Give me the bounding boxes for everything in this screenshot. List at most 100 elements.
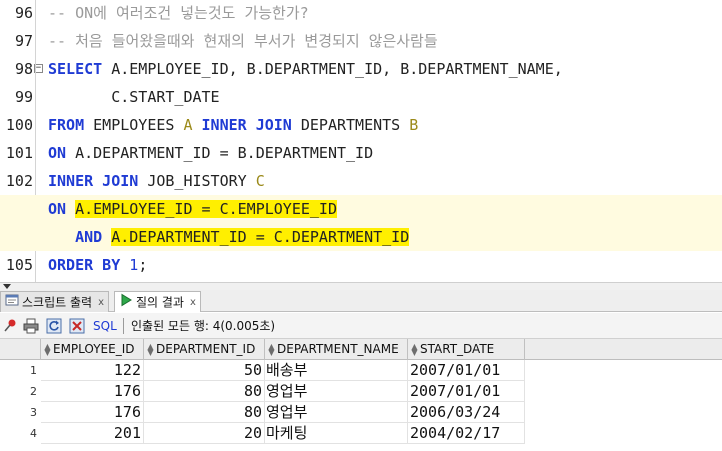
code-line[interactable]: INNER JOIN JOB_HISTORY C: [0, 167, 722, 195]
grid-header-row: ▲ ▼ EMPLOYEE_ID ▲ ▼ DEPARTMENT_ID ▲ ▼ DEPARTME…: [0, 339, 722, 360]
cell-start-date[interactable]: 2007/01/01: [408, 381, 525, 402]
cell-start-date[interactable]: 2007/01/01: [408, 360, 525, 381]
row-number: 1: [30, 364, 37, 377]
tab-query-result-label: 질의 결과: [136, 295, 184, 310]
code-token: EMPLOYEES: [84, 116, 184, 134]
sort-icon[interactable]: ▲ ▼: [267, 342, 276, 356]
sql-link[interactable]: SQL: [93, 318, 117, 334]
code-token: C.START_DATE: [48, 88, 220, 106]
column-header-employee-id[interactable]: ▲ ▼ EMPLOYEE_ID: [41, 339, 144, 360]
output-tab-bar: 스크립트 출력 x 질의 결과 x: [0, 290, 722, 312]
table-row[interactable]: 3 176 80 영업부 2006/03/24: [0, 402, 722, 423]
cell-department-id[interactable]: 50: [144, 360, 265, 381]
cell-department-name[interactable]: 영업부: [265, 381, 408, 402]
table-row[interactable]: 1 122 50 배송부 2007/01/01: [0, 360, 722, 381]
close-icon[interactable]: x: [98, 293, 104, 313]
sql-keyword: INNER JOIN: [48, 172, 139, 190]
code-line[interactable]: FROM EMPLOYEES A INNER JOIN DEPARTMENTS …: [0, 111, 722, 139]
print-icon[interactable]: [23, 318, 39, 334]
sort-icon[interactable]: ▲ ▼: [410, 342, 419, 356]
code-text: ORDER BY 1;: [48, 251, 147, 279]
code-token: C: [255, 172, 265, 190]
code-token: A.DEPARTMENT_ID = B.DEPARTMENT_ID: [66, 144, 374, 162]
code-line[interactable]: ON A.EMPLOYEE_ID = C.EMPLOYEE_ID: [0, 195, 722, 223]
column-header-department-id[interactable]: ▲ ▼ DEPARTMENT_ID: [144, 339, 265, 360]
code-text: INNER JOIN JOB_HISTORY C: [48, 167, 265, 195]
result-toolbar: SQL 인출된 모든 행: 4(0.005초): [0, 313, 722, 339]
refresh-icon[interactable]: [46, 318, 62, 334]
code-token: 1: [129, 256, 139, 274]
toolbar-divider: [123, 318, 124, 334]
cell-employee-id[interactable]: 176: [41, 402, 144, 423]
sql-keyword: AND: [75, 228, 103, 246]
cell-start-date[interactable]: 2006/03/24: [408, 402, 525, 423]
code-line[interactable]: -- 처음 들어왔을때와 현재의 부서가 변경되지 않은사람들: [0, 27, 722, 55]
code-line[interactable]: SELECT A.EMPLOYEE_ID, B.DEPARTMENT_ID, B…: [0, 55, 722, 83]
clear-icon[interactable]: [69, 318, 85, 334]
code-line[interactable]: AND A.DEPARTMENT_ID = C.DEPARTMENT_ID: [0, 223, 722, 251]
collapse-arrow-icon[interactable]: [3, 284, 11, 289]
sql-keyword: ORDER BY: [48, 256, 121, 274]
cell-department-name[interactable]: 마케팅: [265, 423, 408, 444]
cell-employee-id[interactable]: 122: [41, 360, 144, 381]
cell-department-id[interactable]: 80: [144, 402, 265, 423]
panel-splitter[interactable]: [0, 282, 722, 290]
sort-icon[interactable]: ▲ ▼: [146, 342, 155, 356]
cell-start-date[interactable]: 2004/02/17: [408, 423, 525, 444]
cell-employee-id[interactable]: 201: [41, 423, 144, 444]
cell-department-name[interactable]: 배송부: [265, 360, 408, 381]
code-token: A: [183, 116, 193, 134]
code-text: FROM EMPLOYEES A INNER JOIN DEPARTMENTS …: [48, 111, 418, 139]
code-line[interactable]: -- ON에 여러조건 넣는것도 가능한가?: [0, 0, 722, 27]
sql-editor[interactable]: 96979899100101102103104105− -- ON에 여러조건 …: [0, 0, 722, 282]
sql-keyword: FROM: [48, 116, 85, 134]
code-line[interactable]: ON A.DEPARTMENT_ID = B.DEPARTMENT_ID: [0, 139, 722, 167]
code-token: DEPARTMENTS: [291, 116, 410, 134]
script-output-icon: [5, 293, 19, 313]
row-number: 2: [30, 385, 37, 398]
table-row[interactable]: 4 201 20 마케팅 2004/02/17: [0, 423, 722, 444]
column-header-department-name[interactable]: ▲ ▼ DEPARTMENT_NAME: [265, 339, 408, 360]
close-icon[interactable]: x: [190, 293, 196, 313]
code-text: ON A.DEPARTMENT_ID = B.DEPARTMENT_ID: [48, 139, 373, 167]
code-text: C.START_DATE: [48, 83, 220, 111]
highlighted-text: A.EMPLOYEE_ID = C.EMPLOYEE_ID: [75, 200, 337, 218]
code-token: A.EMPLOYEE_ID, B.DEPARTMENT_ID, B.DEPART…: [102, 60, 563, 78]
sql-comment: -- ON에 여러조건 넣는것도 가능한가?: [48, 4, 309, 22]
table-row[interactable]: 2 176 80 영업부 2007/01/01: [0, 381, 722, 402]
code-text: -- ON에 여러조건 넣는것도 가능한가?: [48, 0, 309, 27]
code-text: ON A.EMPLOYEE_ID = C.EMPLOYEE_ID: [48, 195, 337, 223]
cell-department-name[interactable]: 영업부: [265, 402, 408, 423]
code-text: AND A.DEPARTMENT_ID = C.DEPARTMENT_ID: [48, 223, 410, 251]
row-number-header: [0, 339, 41, 360]
sql-comment: -- 처음 들어왔을때와 현재의 부서가 변경되지 않은사람들: [48, 32, 438, 50]
sql-keyword: ON: [48, 144, 67, 162]
result-grid: ▲ ▼ EMPLOYEE_ID ▲ ▼ DEPARTMENT_ID ▲ ▼ DEPARTME…: [0, 339, 722, 451]
cell-department-id[interactable]: 80: [144, 381, 265, 402]
code-token: B: [409, 116, 419, 134]
cell-department-id[interactable]: 20: [144, 423, 265, 444]
sort-icon[interactable]: ▲ ▼: [43, 342, 52, 356]
pin-icon[interactable]: [2, 318, 18, 334]
cell-employee-id[interactable]: 176: [41, 381, 144, 402]
sql-keyword: INNER JOIN: [201, 116, 292, 134]
tab-script-output-label: 스크립트 출력: [22, 295, 93, 310]
code-line[interactable]: C.START_DATE: [0, 83, 722, 111]
tab-query-result[interactable]: 질의 결과 x: [114, 291, 201, 312]
code-text: SELECT A.EMPLOYEE_ID, B.DEPARTMENT_ID, B…: [48, 55, 563, 83]
code-line[interactable]: ORDER BY 1;: [0, 251, 722, 279]
sql-keyword: ON: [48, 200, 67, 218]
run-query-icon: [119, 293, 133, 313]
column-header-start-date[interactable]: ▲ ▼ START_DATE: [408, 339, 525, 360]
row-number: 4: [30, 427, 37, 440]
tab-script-output[interactable]: 스크립트 출력 x: [0, 291, 109, 312]
highlighted-text: A.DEPARTMENT_ID = C.DEPARTMENT_ID: [111, 228, 410, 246]
fetch-status-text: 인출된 모든 행: 4(0.005초): [131, 319, 276, 333]
code-token: ;: [138, 256, 148, 274]
code-token: JOB_HISTORY: [138, 172, 256, 190]
